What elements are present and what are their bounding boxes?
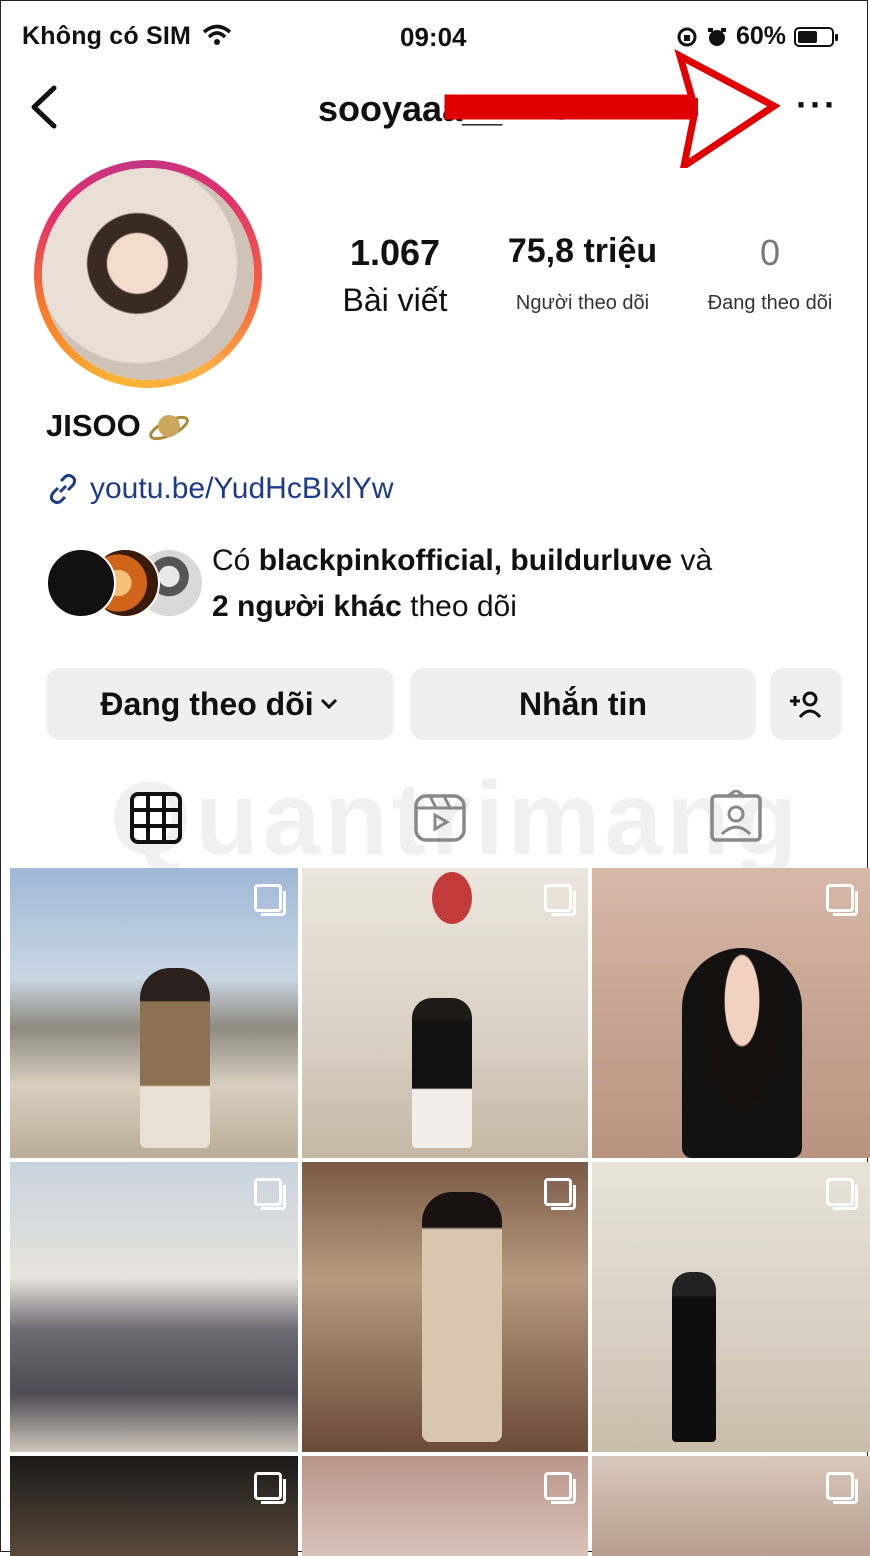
following-label: Đang theo dõi	[707, 292, 833, 314]
grid-tab-icon[interactable]	[128, 790, 184, 846]
link-icon	[49, 473, 77, 505]
message-button-label: Nhắn tin	[519, 685, 647, 722]
wifi-icon	[203, 24, 232, 45]
post-tile[interactable]	[592, 1162, 870, 1452]
mutual-followers-avatars[interactable]	[46, 548, 204, 618]
post-tile[interactable]	[302, 1456, 588, 1556]
followers-count[interactable]: 75,8 triệu	[490, 232, 675, 271]
tagged-tab-icon[interactable]	[708, 790, 764, 846]
more-options-button[interactable]: ···	[796, 84, 838, 126]
planet-emoji-icon	[148, 415, 189, 441]
followers-label: Người theo dõi	[515, 292, 650, 314]
alarm-icon	[708, 27, 726, 46]
battery-percent: 60%	[736, 22, 787, 50]
bio-link[interactable]: youtu.be/YudHcBIxlYw	[46, 472, 394, 506]
post-tile[interactable]	[592, 1456, 870, 1556]
post-tile[interactable]	[10, 868, 298, 1158]
post-tile[interactable]	[592, 868, 870, 1158]
profile-avatar[interactable]	[34, 160, 262, 388]
following-count[interactable]: 0	[700, 232, 840, 274]
following-button[interactable]: Đang theo dõi	[46, 668, 394, 740]
rotation-lock-icon	[677, 27, 697, 46]
post-tile[interactable]	[10, 1162, 298, 1452]
add-person-icon	[790, 691, 822, 719]
carrier-label: Không có SIM	[22, 22, 232, 51]
posts-label: Bài viết	[342, 282, 448, 318]
following-button-label: Đang theo dõi	[100, 685, 314, 722]
mutual-followers-text[interactable]: Có blackpinkofficial, buildurluve và 2 n…	[212, 538, 852, 630]
avatar-photo	[42, 168, 254, 380]
post-tile[interactable]	[302, 1162, 588, 1452]
display-name: JISOO	[46, 408, 141, 443]
bio-link-text: youtu.be/YudHcBIxlYw	[90, 472, 394, 505]
message-button[interactable]: Nhắn tin	[410, 668, 756, 740]
reels-tab-icon[interactable]	[412, 790, 468, 846]
mutual-avatar-1	[46, 548, 116, 618]
annotation-arrow	[444, 49, 780, 168]
posts-count[interactable]: 1.067	[320, 232, 470, 274]
suggest-user-button[interactable]	[770, 668, 842, 740]
display-name-row: JISOO	[46, 406, 191, 446]
post-tile[interactable]	[10, 1456, 298, 1556]
post-tile[interactable]	[302, 868, 588, 1158]
battery-icon	[794, 26, 839, 47]
status-right-group: 60%	[676, 22, 839, 51]
back-arrow-icon[interactable]	[24, 82, 68, 132]
chevron-down-icon	[320, 698, 337, 710]
